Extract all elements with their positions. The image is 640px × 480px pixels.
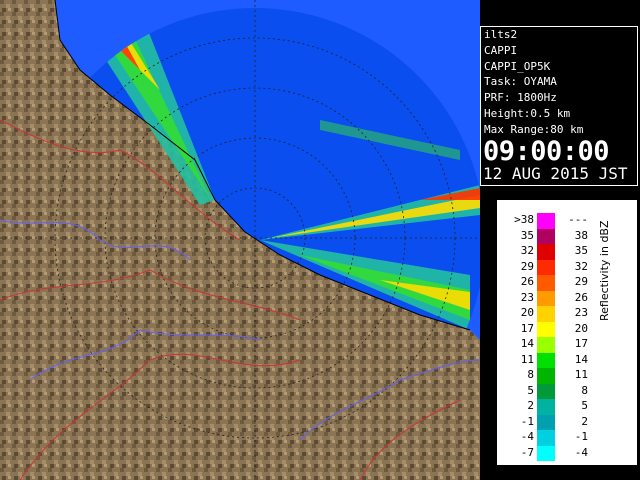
legend-upper-value: 11 <box>574 368 588 381</box>
legend-color-swatch <box>537 213 555 229</box>
legend-row: 35 38 <box>498 228 598 244</box>
legend-color-swatch <box>537 414 555 430</box>
legend-upper-value: 2 <box>581 414 588 428</box>
side-panel: ilts2 CAPPI CAPPI_OP5K Task: OYAMA PRF: … <box>480 0 640 480</box>
legend-color-swatch <box>537 290 555 306</box>
legend-upper-value: 35 <box>574 244 588 257</box>
legend-row: 58 <box>498 383 598 399</box>
legend-upper-value: 23 <box>574 306 588 319</box>
legend-color-swatch <box>537 259 555 275</box>
legend-upper-value: 8 <box>581 383 588 397</box>
legend-color-swatch <box>537 399 555 415</box>
legend-lower-value: 20 <box>520 306 534 319</box>
legend-upper-value: -4 <box>574 445 588 459</box>
legend-row: 14 17 <box>498 337 598 353</box>
legend-upper-value: 26 <box>574 290 588 304</box>
observation-date: 12 AUG 2015 JST <box>483 163 628 183</box>
radar-map[interactable] <box>0 0 480 480</box>
legend-lower-value: 26 <box>520 275 534 288</box>
legend-upper-value: 5 <box>581 399 588 412</box>
legend-color-swatch <box>537 321 555 337</box>
observation-time: 09:00:00 <box>483 135 610 167</box>
legend-lower-value: 2 <box>527 399 534 412</box>
legend-upper-value: 20 <box>574 321 588 335</box>
legend-upper-value: 17 <box>574 337 588 350</box>
product-id: CAPPI_OP5K <box>484 59 551 73</box>
legend-color-swatch <box>537 352 555 368</box>
legend-lower-value: -7 <box>520 445 534 459</box>
legend-upper-value: -1 <box>574 430 588 443</box>
legend-title: Reflectivity in dBZ <box>598 220 611 321</box>
legend-color-swatch <box>537 306 555 322</box>
legend-lower-value: 35 <box>520 228 534 242</box>
legend-row: 8 11 <box>498 368 598 384</box>
legend-row: 26 29 <box>498 275 598 291</box>
legend-upper-value: 38 <box>574 228 588 242</box>
legend-color-swatch <box>537 228 555 244</box>
legend-lower-value: 32 <box>520 244 534 257</box>
legend-upper-value: --- <box>568 213 588 226</box>
legend-lower-value: >38 <box>514 213 534 226</box>
legend-lower-value: 14 <box>520 337 534 350</box>
site-name: ilts2 <box>484 28 518 41</box>
product-type: CAPPI <box>484 43 518 57</box>
legend-row: 17 20 <box>498 321 598 337</box>
legend-color-swatch <box>537 430 555 446</box>
legend-upper-value: 29 <box>574 275 588 288</box>
legend-lower-value: 5 <box>527 383 534 397</box>
legend-lower-value: -4 <box>520 430 534 443</box>
info-panel: ilts2 CAPPI CAPPI_OP5K Task: OYAMA PRF: … <box>480 26 638 186</box>
legend-color-swatch <box>537 337 555 353</box>
legend-lower-value: 29 <box>520 259 534 273</box>
legend-lower-value: -1 <box>520 414 534 428</box>
legend-lower-value: 23 <box>520 290 534 304</box>
legend-row: 23 26 <box>498 290 598 306</box>
legend-color-swatch <box>537 275 555 291</box>
legend-row: >38 --- <box>498 213 598 229</box>
legend-row: -1 2 <box>498 414 598 430</box>
legend-upper-value: 14 <box>574 352 588 366</box>
prf-label: PRF: 1800Hz <box>484 91 557 105</box>
legend-lower-value: 8 <box>527 368 534 381</box>
legend-color-swatch <box>537 383 555 399</box>
legend-color-swatch <box>537 368 555 384</box>
legend-row: 25 <box>498 399 598 415</box>
legend-row: 20 23 <box>498 306 598 322</box>
legend-row: 29 32 <box>498 259 598 275</box>
legend-lower-value: 17 <box>520 321 534 335</box>
height-label: Height:0.5 km <box>484 106 571 120</box>
legend-lower-value: 11 <box>520 352 534 366</box>
legend-row: 32 35 <box>498 244 598 260</box>
legend-color-swatch <box>537 244 555 260</box>
legend-row: -4 -1 <box>498 430 598 446</box>
reflectivity-legend: >38 --- 35 38 32 35 29 32 26 29 23 26 20 23 17 20 14 17 11… <box>497 200 637 465</box>
legend-row: 11 14 <box>498 352 598 368</box>
legend-row: -7 -4 <box>498 445 598 461</box>
legend-upper-value: 32 <box>574 259 588 273</box>
task-label: Task: OYAMA <box>484 75 557 89</box>
legend-color-swatch <box>537 445 555 461</box>
